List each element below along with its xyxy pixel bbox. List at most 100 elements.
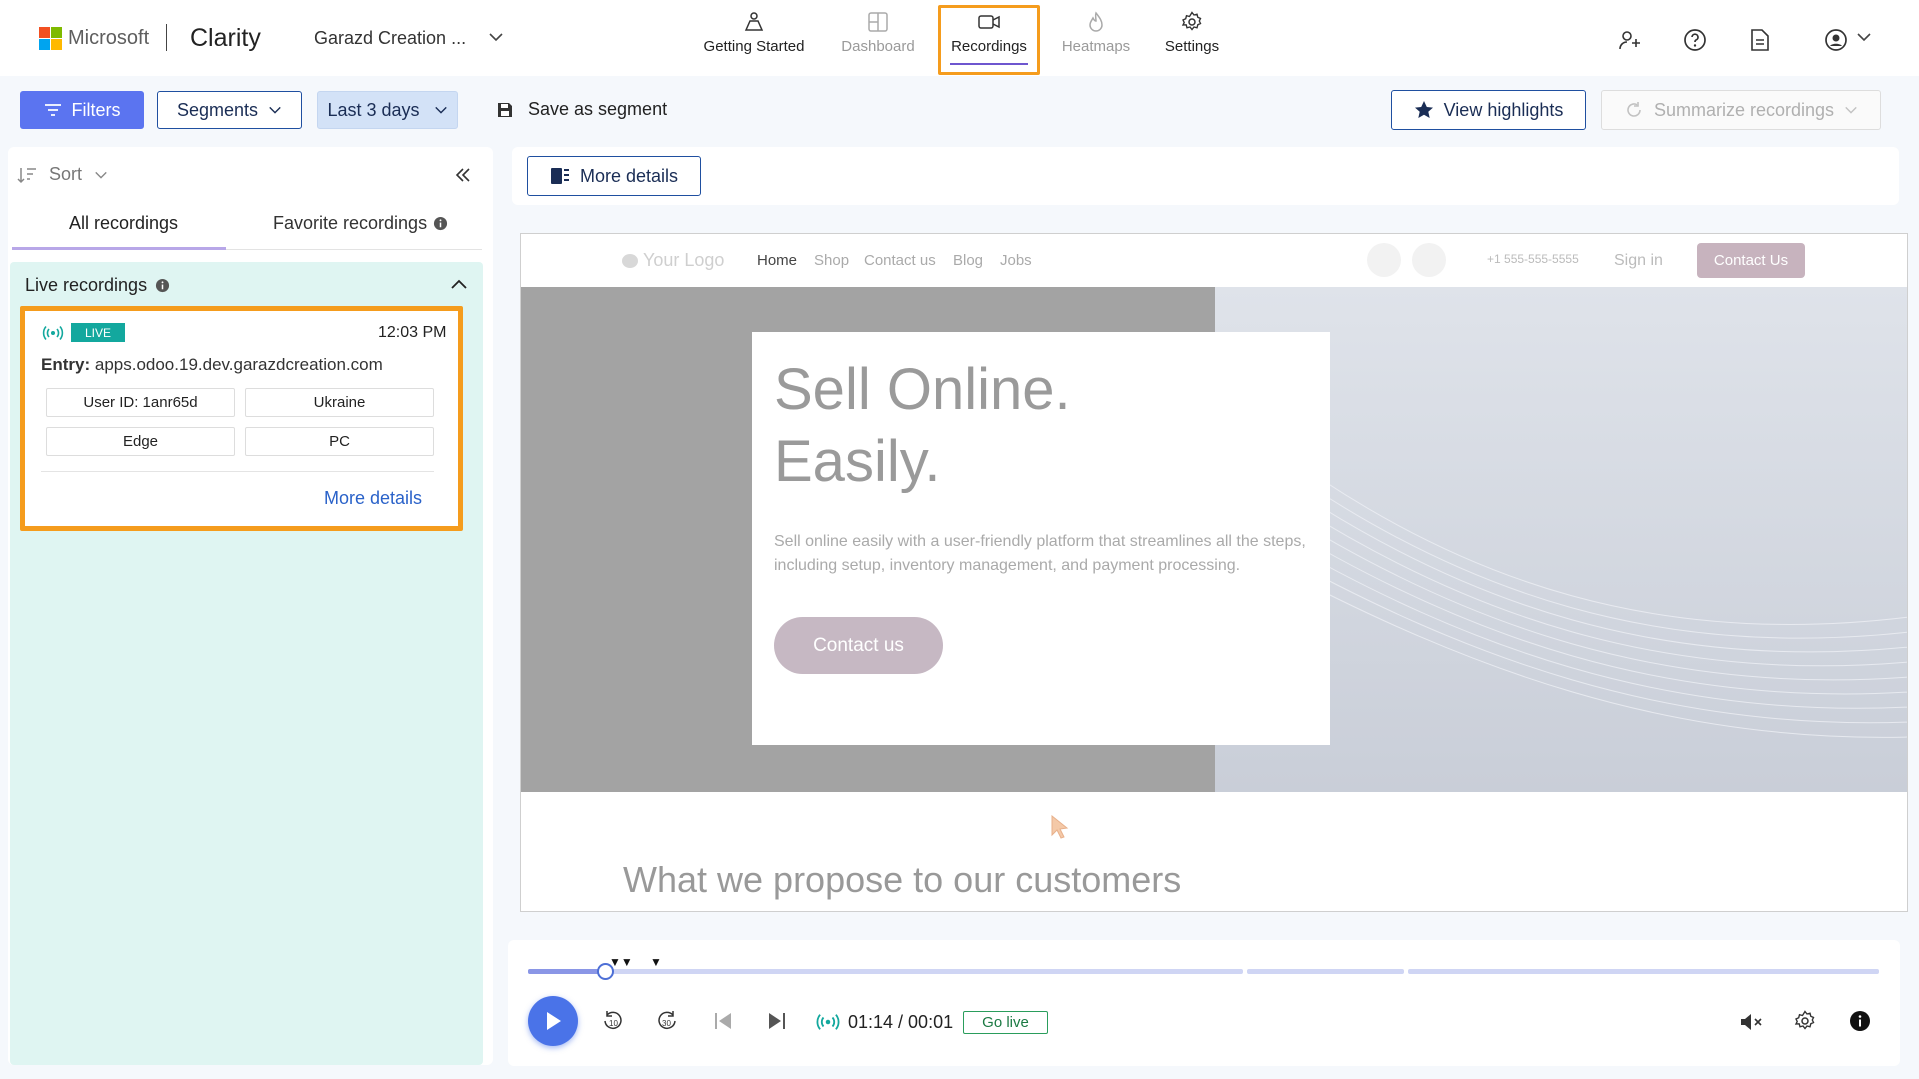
card-divider: [41, 471, 434, 472]
save-as-segment-button[interactable]: Save as segment: [496, 99, 667, 120]
details-panel-icon: [550, 168, 569, 184]
info-icon: [156, 278, 170, 293]
hero-card: Sell Online. Easily. Sell online easily …: [752, 332, 1330, 745]
card-more-details-link[interactable]: More details: [324, 488, 422, 509]
site-search-icon: [1367, 243, 1401, 277]
document-icon[interactable]: [1749, 28, 1771, 52]
site-hero: Sell Online. Easily. Sell online easily …: [521, 287, 1907, 792]
segments-label: Segments: [176, 99, 259, 120]
event-marker-icon[interactable]: ▼: [650, 955, 662, 969]
chevron-up-icon[interactable]: [450, 276, 468, 292]
timeline-track-segment[interactable]: [1408, 969, 1879, 974]
country-chip[interactable]: Ukraine: [245, 388, 434, 417]
skip-previous-icon[interactable]: [713, 1011, 733, 1031]
nav-label: Settings: [1164, 38, 1220, 55]
save-segment-label: Save as segment: [528, 99, 668, 119]
play-button[interactable]: [528, 996, 578, 1046]
playback-time: 01:14 / 00:01: [848, 1012, 954, 1032]
live-section-title: Live recordings: [25, 275, 148, 295]
sparkle-refresh-icon: [1627, 102, 1641, 117]
live-badge: LIVE: [71, 323, 125, 342]
heatmaps-icon: [1085, 10, 1107, 34]
settings-icon: [1181, 10, 1203, 34]
hero-title-line-1: Sell Online.: [774, 357, 1071, 422]
help-icon[interactable]: [1683, 28, 1707, 52]
star-icon: [1414, 101, 1433, 118]
timeline-track-segment[interactable]: [528, 969, 1243, 974]
view-highlights-button[interactable]: View highlights: [1391, 90, 1586, 130]
site-nav-shop: Shop: [814, 252, 850, 269]
brand-name: Microsoft: [68, 27, 150, 49]
site-cart-icon: [1412, 243, 1446, 277]
project-selector-label[interactable]: Garazd Creation ...: [314, 28, 466, 49]
site-contact-button: Contact Us: [1697, 243, 1805, 278]
site-phone: +1 555-555-5555: [1487, 252, 1579, 266]
active-tab-underline: [12, 247, 226, 250]
tab-all-recordings[interactable]: All recordings: [69, 213, 178, 234]
view-highlights-label: View highlights: [1443, 99, 1564, 120]
hero-description: Sell online easily with a user-friendly …: [774, 533, 1306, 574]
browser-chip[interactable]: Edge: [46, 427, 235, 456]
sort-icon: [17, 167, 36, 183]
chevron-down-icon: [434, 106, 447, 114]
account-menu[interactable]: [1824, 28, 1872, 52]
info-icon[interactable]: [1849, 1010, 1871, 1032]
app-name[interactable]: Clarity: [190, 24, 261, 53]
tab-favorite-recordings[interactable]: Favorite recordings: [273, 213, 448, 234]
chevron-down-icon: [269, 106, 281, 114]
go-live-button[interactable]: Go live: [963, 1011, 1048, 1034]
sort-dropdown[interactable]: Sort: [17, 164, 108, 185]
forward-30-icon[interactable]: 30: [656, 1009, 678, 1033]
site-section-title: What we propose to our customers: [623, 859, 1182, 900]
player-settings-icon[interactable]: [1794, 1010, 1816, 1032]
rewind-10-icon[interactable]: 10: [602, 1009, 624, 1033]
chevron-down-icon[interactable]: [488, 29, 504, 45]
entry-label: Entry:: [41, 355, 91, 374]
timeline-scrubber[interactable]: [597, 963, 614, 980]
hero-title-line-2: Easily.: [774, 429, 941, 494]
filters-label: Filters: [71, 99, 121, 120]
account-icon: [1825, 29, 1847, 51]
microsoft-logo[interactable]: Microsoft: [39, 27, 149, 50]
hero-title: Sell Online. Easily.: [774, 354, 1071, 498]
user-id-chip[interactable]: User ID: 1anr65d: [46, 388, 235, 417]
nav-heatmaps[interactable]: Heatmaps: [1054, 10, 1138, 60]
date-range-label: Last 3 days: [327, 99, 420, 120]
summarize-recordings-button[interactable]: Summarize recordings: [1601, 90, 1881, 130]
play-icon: [547, 1012, 561, 1030]
site-nav-jobs: Jobs: [1000, 252, 1032, 269]
player-controls: [508, 940, 1900, 1066]
more-details-button[interactable]: More details: [527, 156, 701, 196]
skip-next-icon[interactable]: [767, 1011, 787, 1031]
recording-time: 12:03 PM: [378, 324, 447, 341]
session-replay-viewport[interactable]: Your Logo Home Shop Contact us Blog Jobs…: [520, 233, 1908, 912]
nav-settings[interactable]: Settings: [1152, 10, 1232, 60]
segments-button[interactable]: Segments: [157, 91, 302, 129]
site-nav-blog: Blog: [953, 252, 984, 269]
nav-getting-started[interactable]: Getting Started: [702, 10, 806, 60]
replay-cursor-icon: [1051, 815, 1069, 839]
timeline-progress: [528, 969, 604, 974]
timeline-track-segment[interactable]: [1247, 969, 1404, 974]
svg-text:30: 30: [662, 1019, 671, 1028]
chevron-down-icon: [1857, 33, 1871, 42]
collapse-panel-icon[interactable]: [455, 167, 471, 183]
filters-button[interactable]: Filters: [20, 91, 144, 129]
site-logo: Your Logo: [621, 250, 724, 271]
site-sign-in: Sign in: [1614, 252, 1663, 269]
sort-label: Sort: [49, 164, 83, 184]
entry-url: Entry: apps.odoo.19.dev.garazdcreation.c…: [41, 355, 383, 375]
logo-icon: [622, 253, 638, 268]
brand-divider: [166, 24, 167, 51]
tab-label: Favorite recordings: [273, 213, 428, 233]
chevron-down-icon: [95, 171, 107, 179]
nav-dashboard[interactable]: Dashboard: [836, 10, 920, 60]
device-chip[interactable]: PC: [245, 427, 434, 456]
date-range-button[interactable]: Last 3 days: [317, 91, 458, 129]
share-icon[interactable]: [1618, 28, 1642, 52]
details-bar: [512, 147, 1899, 205]
mute-icon[interactable]: [1739, 1011, 1763, 1033]
site-nav-contact: Contact us: [864, 252, 936, 269]
live-recordings-header[interactable]: Live recordings: [25, 275, 170, 296]
site-logo-text: Your Logo: [643, 250, 725, 270]
